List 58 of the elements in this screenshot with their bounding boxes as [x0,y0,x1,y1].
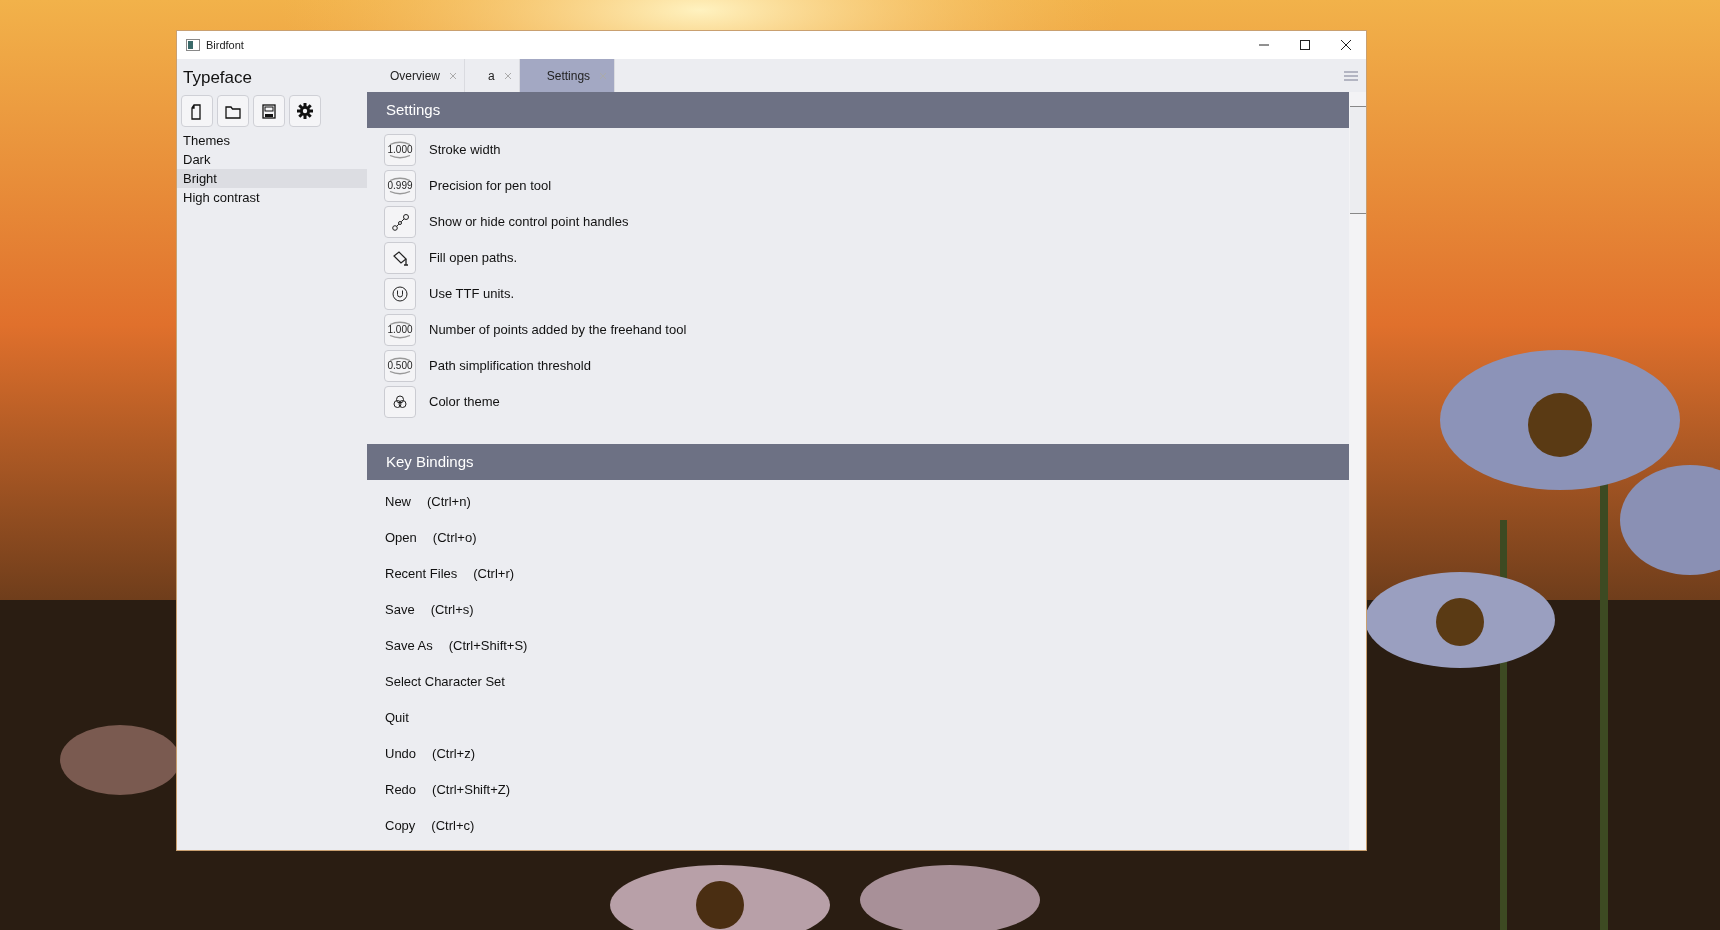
shortcut-text: (Ctrl+Shift+Z) [432,781,511,800]
number-spinner[interactable]: 1.000 [384,134,416,166]
scrollbar-thumb[interactable] [1350,106,1366,214]
color-theme-icon [391,393,409,411]
action-label[interactable]: Redo [385,780,417,800]
window-title: Birdfont [206,37,244,53]
save-button[interactable] [253,94,285,127]
handles-icon [391,213,409,231]
new-button[interactable] [181,94,213,127]
setting-label: Fill open paths. [429,249,518,268]
action-label[interactable]: Save As [385,636,433,656]
shortcut-text: (Ctrl+s) [430,601,474,620]
action-label[interactable]: New [385,492,411,512]
action-label[interactable]: Undo [385,744,417,764]
shortcut-text: (Ctrl+Shift+S) [448,637,528,656]
setting-label: Stroke width [429,141,501,160]
units-icon [391,285,409,303]
section-header: Settings [367,92,1349,128]
theme-item[interactable]: High contrast [177,187,367,207]
action-label[interactable]: Copy [385,816,416,836]
sidebar-title: Typeface [182,67,253,89]
number-spinner[interactable]: 0.500 [384,350,416,382]
maximize-icon [1298,39,1311,51]
shortcut-text: (Ctrl+o) [432,529,477,548]
setting-label: Color theme [429,393,500,412]
shortcut-text: (Ctrl+n) [427,493,471,512]
units-button[interactable] [384,278,416,310]
theme-item[interactable]: Dark [177,149,367,169]
number-spinner[interactable]: 1.000 [384,314,416,346]
open-button[interactable] [217,94,249,127]
app-icon [186,39,200,51]
tab[interactable]: Settings [519,59,616,92]
paint-bucket-icon [391,249,409,267]
action-label[interactable]: Select Character Set [385,672,505,692]
section-label: Themes [182,131,231,150]
scrollbar[interactable] [1349,92,1366,850]
shortcut-text: (Ctrl+r) [473,565,515,584]
setting-label: Number of points added by the freehand tool [429,321,687,340]
section-header: Key Bindings [367,444,1349,480]
shortcut-text: (Ctrl+c) [431,817,475,836]
fill-button[interactable] [384,242,416,274]
setting-label: Precision for pen tool [429,177,552,196]
setting-label: Show or hide control point handles [429,213,629,232]
number-spinner[interactable]: 0.999 [384,170,416,202]
shortcut-text: (Ctrl+z) [432,745,476,764]
action-label[interactable]: Open [385,528,417,548]
setting-label: Use TTF units. [429,285,514,304]
theme-button[interactable] [384,386,416,418]
action-label[interactable]: Quit [385,708,409,728]
save-icon [260,101,278,120]
close-icon [1339,39,1352,51]
action-label[interactable]: Save [385,600,415,620]
setting-label: Path simplification threshold [429,357,591,376]
action-label[interactable]: Recent Files [385,564,458,584]
handles-button[interactable] [384,206,416,238]
settings-icon [296,101,314,120]
theme-item[interactable]: Bright [177,168,367,188]
settings-button[interactable] [289,94,321,127]
